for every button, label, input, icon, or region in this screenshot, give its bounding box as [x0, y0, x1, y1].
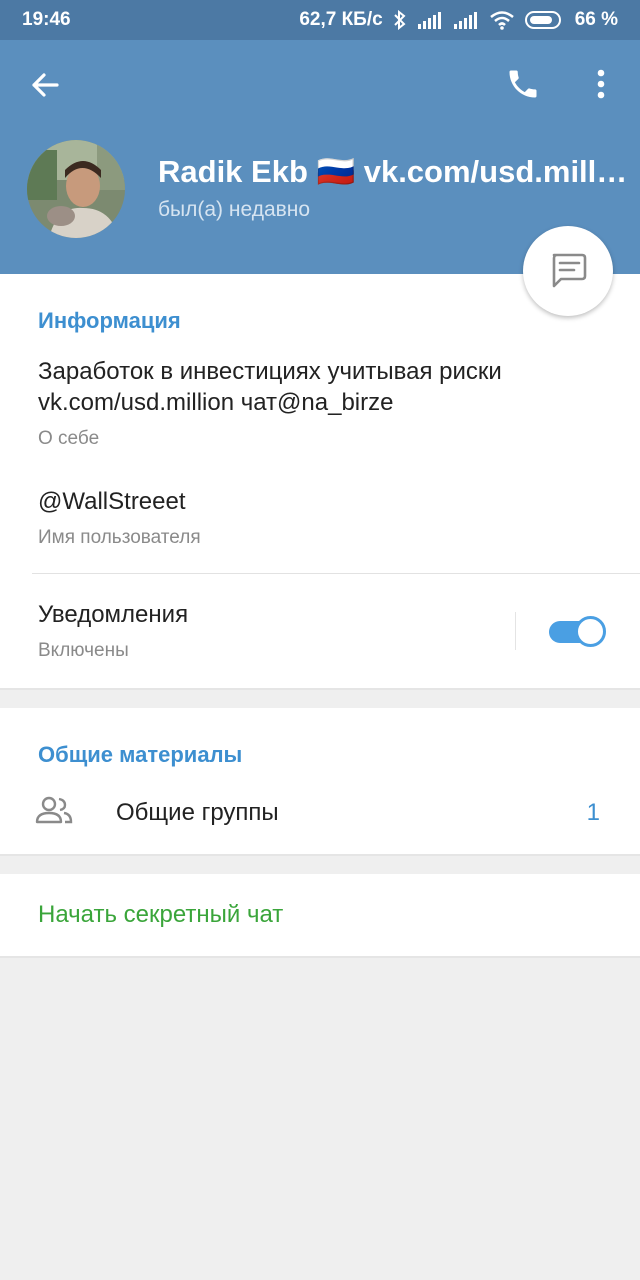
shared-section-title: Общие материалы	[38, 742, 243, 767]
status-time: 19:46	[22, 9, 71, 30]
notifications-toggle[interactable]	[549, 615, 607, 647]
section-separator	[0, 854, 640, 856]
last-seen-status: был(а) недавно	[158, 198, 311, 221]
signal-icon	[417, 11, 443, 29]
vertical-divider	[515, 612, 516, 650]
network-speed: 62,7 КБ/с	[299, 9, 383, 30]
battery-icon	[524, 10, 565, 30]
section-separator	[0, 688, 640, 690]
more-menu-button[interactable]	[588, 66, 614, 102]
info-section-title: Информация	[38, 308, 181, 333]
info-section: Информация Заработок в инвестициях учиты…	[0, 274, 640, 688]
common-groups-count: 1	[586, 799, 600, 826]
profile-name: Radik Ekb 🇷🇺 vk.com/usd.million	[158, 154, 628, 189]
groups-icon	[35, 796, 73, 824]
about-text-line1[interactable]: Заработок в инвестициях учитывая риски	[38, 356, 502, 387]
more-vertical-icon	[597, 69, 605, 99]
battery-percent: 66 %	[574, 9, 618, 30]
call-button[interactable]	[505, 66, 541, 102]
notifications-label[interactable]: Уведомления	[38, 599, 188, 630]
about-label: О себе	[38, 428, 100, 449]
common-groups-row[interactable]: Общие группы 1	[0, 782, 640, 846]
avatar[interactable]	[27, 140, 125, 238]
username-value[interactable]: @WallStreeet	[38, 486, 186, 517]
shared-media-section: Общие материалы Общие группы 1	[0, 708, 640, 854]
arrow-left-icon	[32, 73, 59, 97]
divider	[32, 573, 640, 574]
common-groups-label: Общие группы	[116, 799, 279, 826]
signal-icon-2	[453, 11, 479, 29]
start-secret-chat-button[interactable]: Начать секретный чат	[38, 901, 283, 929]
username-label: Имя пользователя	[38, 527, 201, 548]
toggle-knob	[575, 616, 606, 647]
send-message-button[interactable]	[523, 226, 613, 316]
status-indicators: 62,7 КБ/с 66 %	[299, 9, 618, 31]
wifi-icon	[489, 10, 515, 30]
section-separator	[0, 956, 640, 958]
phone-icon	[509, 70, 537, 98]
status-bar: 19:46 62,7 КБ/с 66 %	[0, 0, 640, 40]
back-button[interactable]	[28, 68, 62, 102]
secret-chat-section: Начать секретный чат	[0, 874, 640, 956]
bluetooth-icon	[393, 10, 407, 30]
message-icon	[552, 253, 587, 288]
avatar-photo	[27, 140, 125, 238]
about-text-line2[interactable]: vk.com/usd.million чат@na_birze	[38, 387, 393, 418]
notifications-state: Включены	[38, 640, 129, 661]
